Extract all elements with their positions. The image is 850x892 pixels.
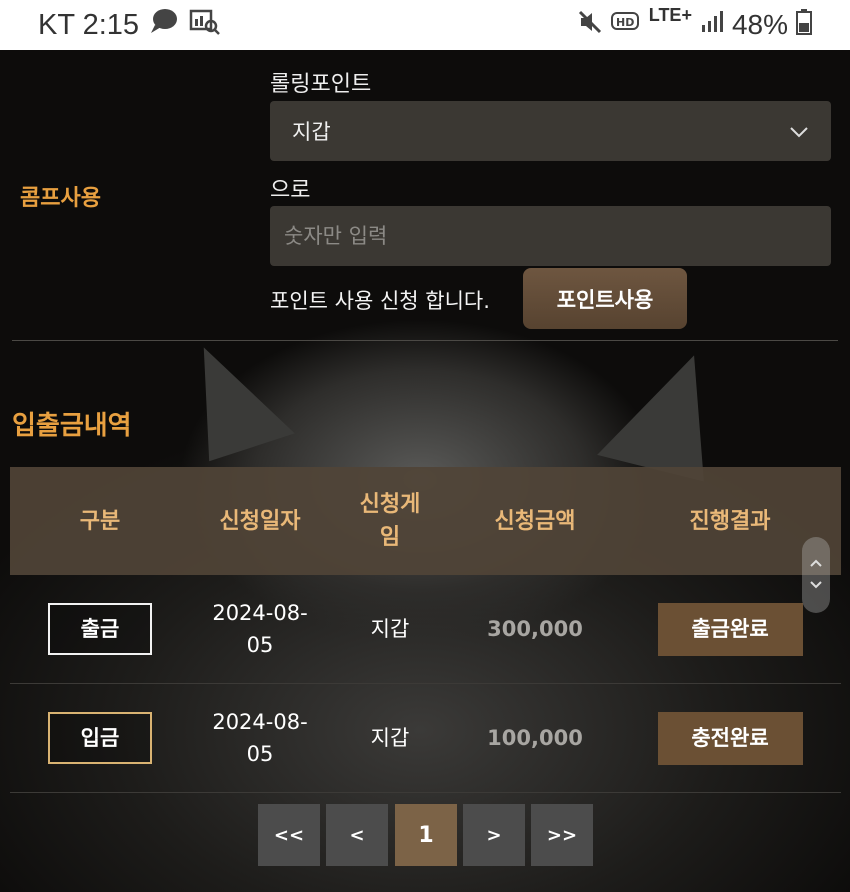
page-next-button[interactable]: > <box>463 804 525 866</box>
page-prev-button[interactable]: < <box>326 804 388 866</box>
result-badge: 충전완료 <box>657 711 803 765</box>
signal-icon <box>700 9 724 41</box>
comp-section-label: 콤프사용 <box>20 186 101 211</box>
chevron-down-icon <box>789 119 809 143</box>
column-header-game: 신청게임 <box>359 492 421 550</box>
column-header-date: 신청일자 <box>219 508 301 534</box>
page-last-button[interactable]: >> <box>531 804 593 866</box>
request-game: 지갑 <box>370 617 410 641</box>
svg-text:HD: HD <box>616 16 634 29</box>
type-badge: 출금 <box>48 603 152 655</box>
result-badge: 출금완료 <box>657 602 803 656</box>
page-first-button[interactable]: << <box>258 804 320 866</box>
type-badge: 입금 <box>48 712 152 764</box>
status-bar: KT 2:15 HD LTE+ 48% <box>0 0 850 50</box>
page-current-button[interactable]: 1 <box>395 804 457 866</box>
request-game: 지갑 <box>370 726 410 750</box>
request-date: 2024-08-05 <box>212 601 308 657</box>
request-date: 2024-08-05 <box>212 710 308 766</box>
wallet-select-value: 지갑 <box>292 120 331 144</box>
request-amount: 100,000 <box>487 726 583 750</box>
chevron-up-icon <box>809 553 823 575</box>
column-header-amount: 신청금액 <box>494 508 576 534</box>
history-title: 입출금내역 <box>12 411 132 441</box>
mute-icon <box>577 9 603 42</box>
to-caption: 으로 <box>270 178 311 203</box>
point-amount-input[interactable] <box>270 206 831 266</box>
point-use-button[interactable]: 포인트사용 <box>523 268 687 329</box>
row-divider <box>10 792 841 793</box>
history-table-header: 구분 신청일자 신청게임 신청금액 진행결과 <box>10 467 841 575</box>
rolling-point-caption: 롤링포인트 <box>270 72 372 97</box>
chat-bubble-icon <box>149 7 179 43</box>
scrollbar-handle[interactable] <box>802 537 830 613</box>
hd-voice-icon: HD <box>610 9 641 41</box>
request-amount: 300,000 <box>487 617 583 641</box>
table-row: 출금 2024-08-05 지갑 300,000 출금완료 <box>10 575 841 683</box>
battery-percent: 48% <box>731 9 788 40</box>
battery-icon <box>796 8 812 42</box>
column-header-result: 진행결과 <box>689 508 771 534</box>
carrier-time: KT 2:15 <box>38 8 140 41</box>
table-row: 입금 2024-08-05 지갑 100,000 충전완료 <box>10 684 841 792</box>
column-header-type: 구분 <box>79 508 121 534</box>
section-divider <box>12 340 838 341</box>
point-apply-text: 포인트 사용 신청 합니다. <box>270 289 490 313</box>
wallet-select[interactable]: 지갑 <box>270 101 831 161</box>
main-content: 콤프사용 롤링포인트 지갑 으로 포인트 사용 신청 합니다. 포인트사용 입출… <box>0 50 850 892</box>
pagination: << < 1 > >> <box>258 804 594 866</box>
chart-search-icon <box>189 7 221 43</box>
chevron-down-icon <box>809 575 823 597</box>
network-label: LTE+ <box>648 4 692 25</box>
